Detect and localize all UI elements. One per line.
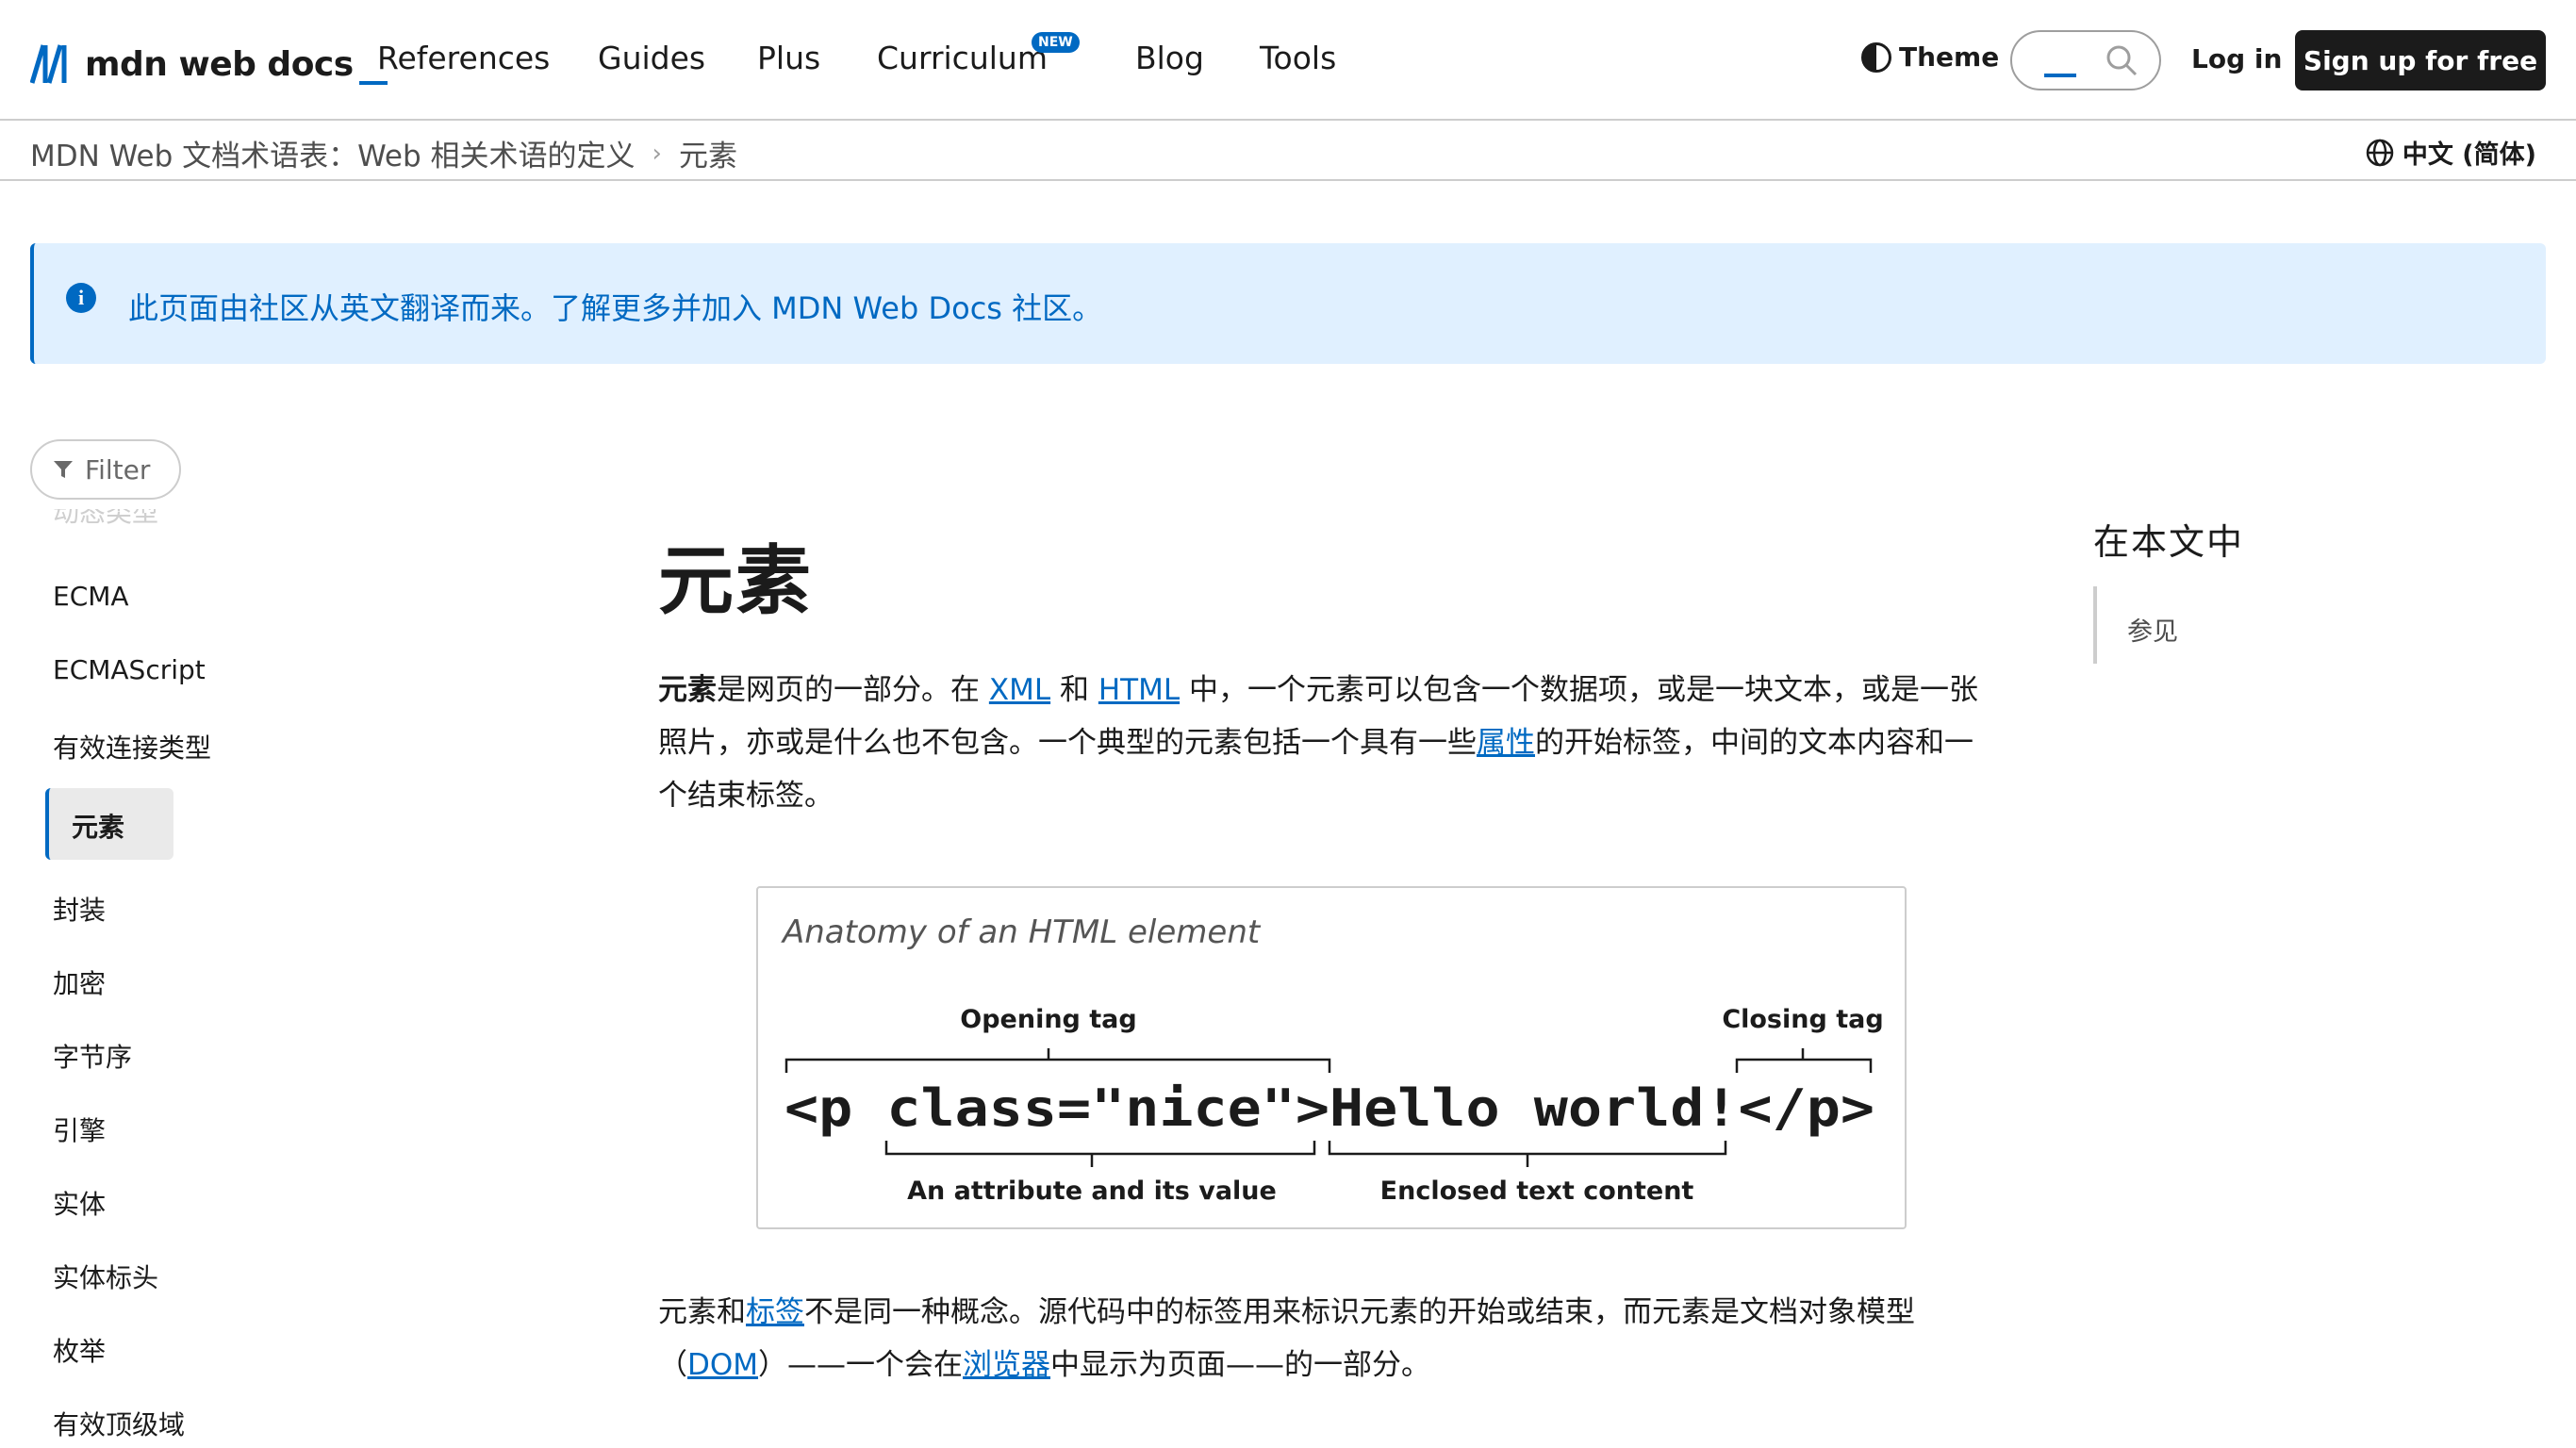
sidebar-item-entity-header[interactable]: 实体标头 [53,1258,158,1295]
login-link[interactable]: Log in [2191,43,2282,74]
sidebar-item-label: 元素 [72,812,125,843]
logo-text: mdn web docs [85,44,354,84]
closing-tag-label: Closing tag [1722,1005,1883,1034]
toc-item-see-also[interactable]: 参见 [2127,611,2178,648]
translation-notice: i 此页面由社区从英文翻译而来。了解更多并加入 MDN Web Docs 社区。 [30,243,2546,364]
term-strong: 元素 [658,673,717,707]
info-icon: i [66,283,96,313]
breadcrumb-glossary[interactable]: MDN Web 文档术语表：Web 相关术语的定义 [30,132,636,174]
language-switcher[interactable]: 中文 (简体) [2365,134,2536,171]
p2-text-4: 中显示为页面——的一部分。 [1050,1348,1431,1382]
browser-link[interactable]: 浏览器 [963,1348,1050,1382]
attribute-bracket [884,1141,1316,1167]
toc-divider [2093,586,2097,664]
filter-icon [54,461,73,478]
intro-paragraph: 元素是网页的一部分。在 XML 和 HTML 中，一个元素可以包含一个数据项，或… [658,664,1993,822]
nav-curriculum[interactable]: Curriculum [877,40,1048,76]
sidebar-item-engine[interactable]: 引擎 [53,1111,106,1148]
sidebar-item-enumerated[interactable]: 枚举 [53,1331,106,1369]
anatomy-figure: Anatomy of an HTML element Opening tag C… [756,886,1907,1229]
mdn-logo-icon [30,44,67,84]
theme-label: Theme [1899,41,2000,73]
notice-text[interactable]: 此页面由社区从英文翻译而来。了解更多并加入 MDN Web Docs 社区。 [128,285,1102,328]
chevron-right-icon: › [652,139,662,168]
code-sample: <p class="nice"> Hello world! </p> [784,1078,1874,1138]
sidebar-item-encapsulation[interactable]: 封装 [53,890,106,928]
p1-text-2: 和 [1050,673,1098,707]
page-title: 元素 [658,537,813,625]
opening-tag-label: Opening tag [960,1005,1136,1034]
language-label: 中文 (简体) [2402,140,2536,170]
top-navigation: mdn web docs References Guides Plus Curr… [0,0,2576,121]
code-text: Hello world! [1329,1078,1739,1138]
p2-text-3: ）——一个会在 [758,1348,964,1382]
attribute-label: An attribute and its value [907,1176,1277,1206]
sidebar-item-encryption[interactable]: 加密 [53,963,106,1001]
second-paragraph: 元素和标签不是同一种概念。源代码中的标签用来标识元素的开始或结束，而元素是文档对… [658,1286,1993,1391]
signup-button[interactable]: Sign up for free [2295,30,2546,90]
content-bracket [1328,1141,1727,1167]
filter-label: Filter [85,453,151,485]
sidebar: 动态类型 ECMA ECMAScript 有效连接类型 元素 封装 加密 字节序… [30,509,558,1448]
sidebar-item-ecma[interactable]: ECMA [53,581,129,612]
breadcrumb-bar: MDN Web 文档术语表：Web 相关术语的定义 › 元素 中文 (简体) [0,121,2576,181]
sidebar-item-endianness[interactable]: 字节序 [53,1037,132,1075]
code-close-tag: </p> [1738,1078,1874,1138]
p1-text-1: 是网页的一部分。在 [717,673,989,707]
sidebar-filter-button[interactable]: Filter [30,439,181,500]
figure-title: Anatomy of an HTML element [781,913,1262,951]
breadcrumb-current[interactable]: 元素 [679,132,737,174]
sidebar-item-ecmascript[interactable]: ECMAScript [53,654,206,685]
p2-text-1: 元素和 [658,1295,746,1329]
nav-guides[interactable]: Guides [598,40,705,76]
nav-blog[interactable]: Blog [1135,40,1204,76]
theme-button[interactable]: Theme [1861,41,1999,73]
attribute-link[interactable]: 属性 [1477,726,1535,760]
anatomy-diagram: Anatomy of an HTML element Opening tag C… [781,913,1884,1206]
sidebar-item-entity[interactable]: 实体 [53,1184,106,1222]
theme-icon [1861,41,1891,73]
sidebar-item-effective-connection-type[interactable]: 有效连接类型 [53,728,211,765]
nav-plus[interactable]: Plus [757,40,820,76]
search-input[interactable] [2010,30,2161,90]
sidebar-item-element[interactable]: 元素 [45,788,173,860]
breadcrumb: MDN Web 文档术语表：Web 相关术语的定义 › 元素 [30,132,737,174]
xml-link[interactable]: XML [989,673,1050,707]
content-label: Enclosed text content [1380,1176,1694,1206]
dom-link[interactable]: DOM [687,1348,758,1382]
search-cursor [2044,74,2076,77]
html-link[interactable]: HTML [1098,673,1180,707]
closing-tag-bracket [1735,1048,1873,1073]
toc-title: 在本文中 [2093,521,2245,563]
logo-cursor [358,81,388,85]
new-badge: NEW [1032,32,1080,53]
search-icon[interactable] [2105,43,2138,77]
globe-icon [2366,139,2394,166]
code-open-tag: <p class="nice"> [784,1078,1329,1138]
nav-references[interactable]: References [377,40,550,76]
sidebar-item-faded[interactable]: 动态类型 [53,509,158,530]
nav-tools[interactable]: Tools [1260,40,1336,76]
sidebar-item-etld[interactable]: 有效顶级域 [53,1405,185,1442]
opening-tag-bracket [784,1048,1331,1073]
tag-link[interactable]: 标签 [746,1295,804,1329]
mdn-logo[interactable]: mdn web docs [30,38,388,90]
